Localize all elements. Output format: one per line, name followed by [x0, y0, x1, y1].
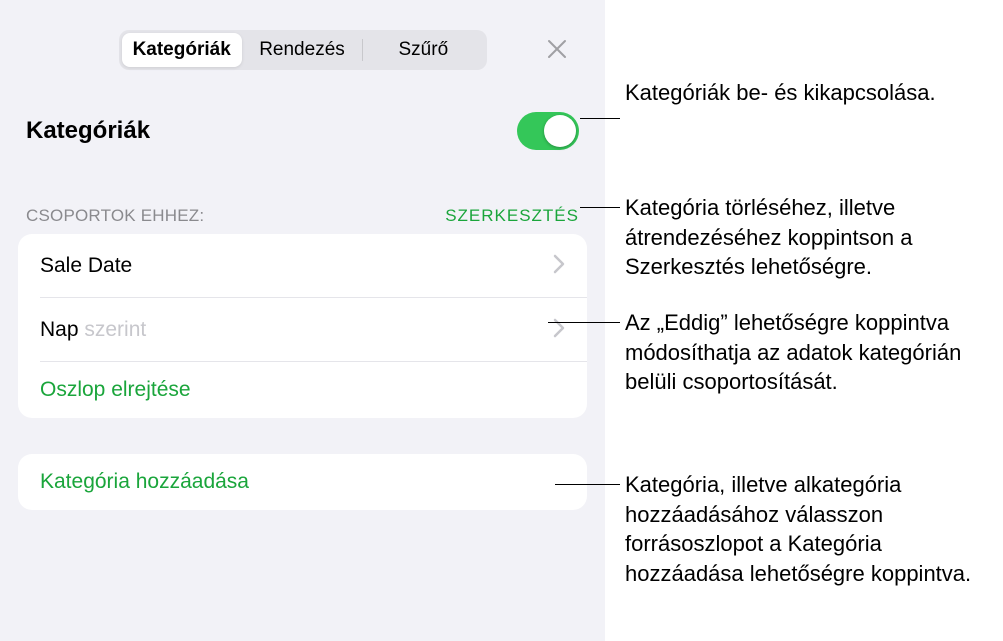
header-row: Kategóriák	[0, 112, 605, 150]
row-label: Oszlop elrejtése	[40, 378, 191, 402]
edit-button[interactable]: SZERKESZTÉS	[445, 206, 579, 226]
tab-categories[interactable]: Kategóriák	[122, 33, 242, 67]
chevron-right-icon	[553, 314, 565, 345]
row-add-category[interactable]: Kategória hozzáadása	[18, 454, 587, 510]
section-header: CSOPORTOK EHHEZ: SZERKESZTÉS	[0, 206, 605, 226]
callout-edit: Kategória törléséhez, illetve átrendezés…	[625, 193, 1001, 282]
tab-filter[interactable]: Szűrő	[363, 33, 483, 67]
callouts: Kategóriák be- és kikapcsolása. Kategóri…	[605, 0, 1003, 641]
categories-toggle[interactable]	[517, 112, 579, 150]
category-card: Sale Date Nap szerint Oszlop elrejtése	[18, 234, 587, 418]
row-label: Kategória hozzáadása	[40, 470, 249, 494]
tab-sort[interactable]: Rendezés	[242, 33, 362, 67]
callout-toggle: Kategóriák be- és kikapcsolása.	[625, 78, 1001, 108]
callout-byday: Az „Eddig” lehetőségre koppintva módosít…	[625, 308, 1001, 397]
groups-for-label: CSOPORTOK EHHEZ:	[26, 206, 204, 226]
categories-panel: Kategóriák Rendezés Szűrő Kategóriák CSO…	[0, 0, 605, 641]
callout-add: Kategória, illetve alkategória hozzáadás…	[625, 470, 1001, 589]
close-icon	[547, 34, 567, 66]
row-by-day[interactable]: Nap szerint	[18, 298, 587, 361]
row-by-day-suffix: szerint	[79, 318, 147, 341]
chevron-right-icon	[553, 250, 565, 281]
panel-title: Kategóriák	[26, 117, 150, 145]
toggle-knob	[544, 115, 576, 147]
row-label: Sale Date	[40, 254, 132, 278]
segmented-control: Kategóriák Rendezés Szűrő	[119, 30, 487, 70]
row-sale-date[interactable]: Sale Date	[18, 234, 587, 297]
add-category-card: Kategória hozzáadása	[18, 454, 587, 510]
row-label: Nap szerint	[40, 318, 146, 342]
row-by-day-primary: Nap	[40, 318, 79, 341]
row-hide-column[interactable]: Oszlop elrejtése	[18, 362, 587, 418]
close-button[interactable]	[537, 30, 577, 70]
